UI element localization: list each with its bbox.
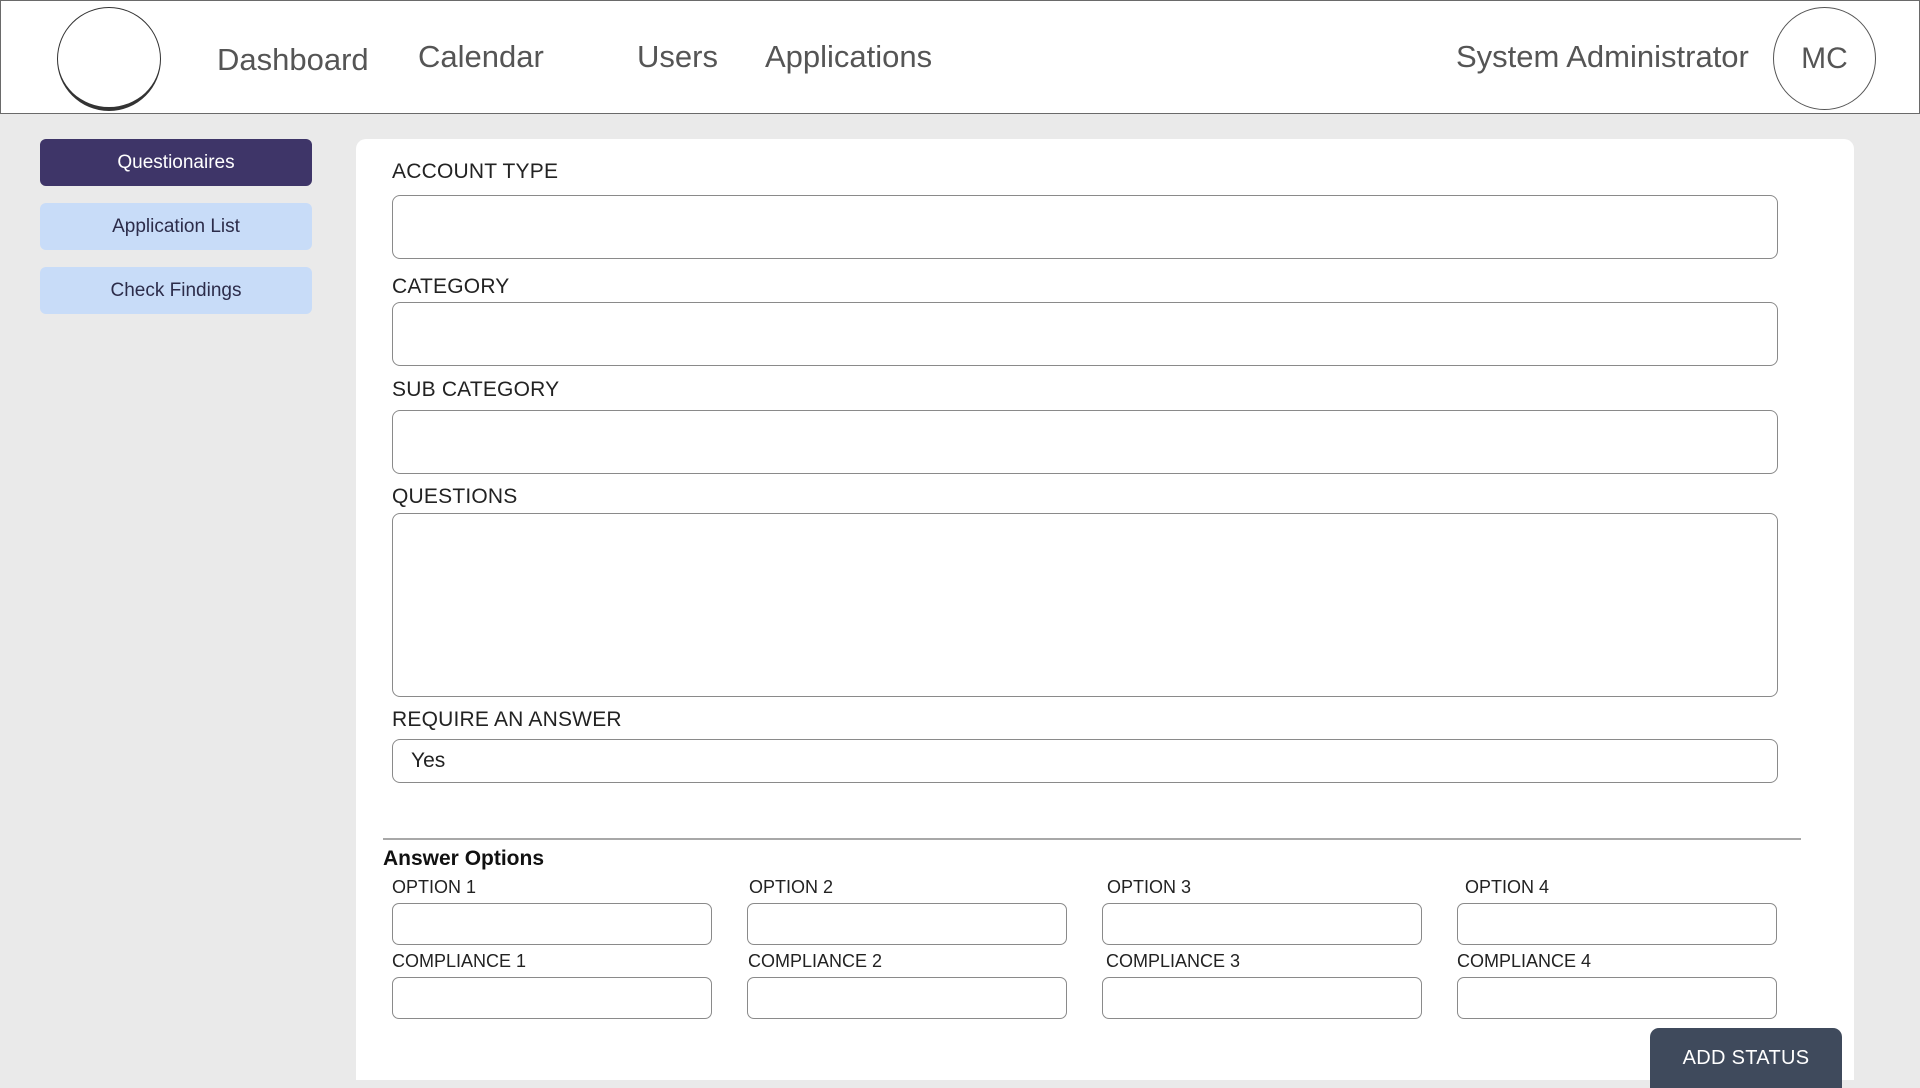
require-answer-value: Yes <box>411 749 446 772</box>
compliance-1-label: COMPLIANCE 1 <box>392 951 527 971</box>
option-4-field[interactable] <box>1457 903 1777 945</box>
user-role: System Administrator <box>1456 39 1749 74</box>
section-divider <box>383 838 1801 840</box>
nav-users[interactable]: Users <box>637 39 718 75</box>
compliance-1-field[interactable] <box>392 977 712 1019</box>
sidebar-item-questionaires[interactable]: Questionaires <box>40 139 312 186</box>
sidebar-item-label: Application List <box>112 215 240 237</box>
option-3-label: OPTION 3 <box>1107 877 1192 897</box>
sidebar-item-label: Questionaires <box>117 151 235 173</box>
nav-applications[interactable]: Applications <box>765 39 932 75</box>
logo[interactable] <box>57 7 161 111</box>
compliance-2-field[interactable] <box>747 977 1067 1019</box>
option-2-field[interactable] <box>747 903 1067 945</box>
sub-category-field[interactable] <box>392 410 1778 474</box>
sidebar-item-application-list[interactable]: Application List <box>40 203 312 250</box>
compliance-3-field[interactable] <box>1102 977 1422 1019</box>
avatar[interactable]: MC <box>1773 7 1876 110</box>
avatar-initials: MC <box>1801 41 1848 75</box>
add-status-button[interactable]: ADD STATUS <box>1650 1028 1842 1088</box>
nav-calendar[interactable]: Calendar <box>418 39 544 75</box>
compliance-4-label: COMPLIANCE 4 <box>1457 951 1592 971</box>
option-2-label: OPTION 2 <box>749 877 834 897</box>
require-answer-select[interactable]: Yes <box>392 739 1778 783</box>
category-label: CATEGORY <box>392 275 510 298</box>
account-type-field[interactable] <box>392 195 1778 259</box>
compliance-3-label: COMPLIANCE 3 <box>1106 951 1241 971</box>
require-answer-label: REQUIRE AN ANSWER <box>392 708 622 731</box>
answer-options-title: Answer Options <box>383 847 545 870</box>
account-type-label: ACCOUNT TYPE <box>392 160 559 183</box>
option-1-field[interactable] <box>392 903 712 945</box>
category-field[interactable] <box>392 302 1778 366</box>
questions-label: QUESTIONS <box>392 485 518 508</box>
compliance-4-field[interactable] <box>1457 977 1777 1019</box>
add-status-label: ADD STATUS <box>1682 1046 1810 1069</box>
sidebar-item-check-findings[interactable]: Check Findings <box>40 267 312 314</box>
option-1-label: OPTION 1 <box>392 877 477 897</box>
questions-textarea[interactable] <box>392 513 1778 697</box>
sidebar-item-label: Check Findings <box>110 279 242 301</box>
sub-category-label: SUB CATEGORY <box>392 378 560 401</box>
questionnaire-form-panel: ACCOUNT TYPE CATEGORY SUB CATEGORY QUEST… <box>356 139 1854 1088</box>
nav-dashboard[interactable]: Dashboard <box>217 42 369 78</box>
option-4-label: OPTION 4 <box>1465 877 1550 897</box>
option-3-field[interactable] <box>1102 903 1422 945</box>
compliance-2-label: COMPLIANCE 2 <box>748 951 883 971</box>
top-navigation-bar: Dashboard Calendar Users Applications Sy… <box>0 0 1920 114</box>
